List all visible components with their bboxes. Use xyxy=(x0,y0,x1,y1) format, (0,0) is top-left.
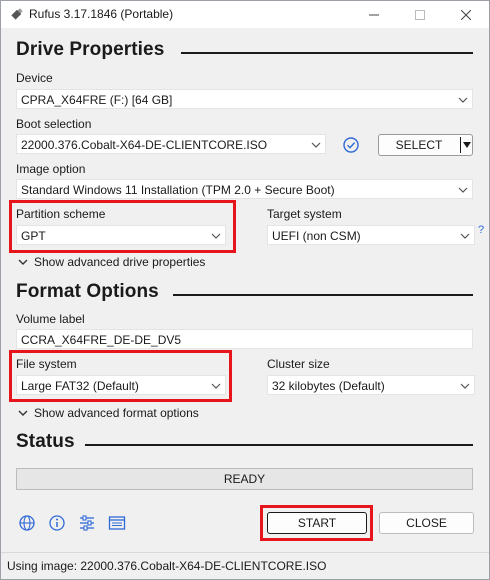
advanced-drive-toggle-label: Show advanced drive properties xyxy=(34,255,206,269)
maximize-button[interactable] xyxy=(397,1,443,28)
checksum-icon[interactable] xyxy=(342,136,360,154)
chevron-down-icon xyxy=(311,142,321,148)
partition-scheme-dropdown[interactable]: GPT xyxy=(16,225,226,245)
dropdown-arrow-icon[interactable] xyxy=(463,140,471,150)
image-option-value: Standard Windows 11 Installation (TPM 2.… xyxy=(21,183,335,197)
chevron-down-icon xyxy=(458,187,468,193)
progress-bar: READY xyxy=(16,468,473,490)
advanced-drive-toggle[interactable]: Show advanced drive properties xyxy=(18,255,205,269)
volume-label-input[interactable]: CCRA_X64FRE_DE-DE_DV5 xyxy=(16,329,473,349)
status-bar-text: Using image: 22000.376.Cobalt-X64-DE-CLI… xyxy=(7,559,327,573)
close-button[interactable]: CLOSE xyxy=(379,512,474,534)
device-label: Device xyxy=(16,71,53,85)
close-icon xyxy=(461,9,471,20)
settings-icon[interactable] xyxy=(78,514,96,532)
minimize-button[interactable] xyxy=(351,1,397,28)
file-system-dropdown[interactable]: Large FAT32 (Default) xyxy=(16,375,226,395)
file-system-label: File system xyxy=(16,357,77,371)
window-title: Rufus 3.17.1846 (Portable) xyxy=(29,7,174,21)
select-button-label: SELECT xyxy=(395,138,443,152)
help-icon[interactable]: ? xyxy=(478,224,484,236)
target-system-value: UEFI (non CSM) xyxy=(272,229,361,243)
info-icon[interactable] xyxy=(48,514,66,532)
status-heading: Status xyxy=(16,431,75,452)
volume-label-label: Volume label xyxy=(16,312,85,326)
title-bar: Rufus 3.17.1846 (Portable) xyxy=(1,1,489,28)
format-options-heading: Format Options xyxy=(16,281,159,302)
volume-label-value: CCRA_X64FRE_DE-DE_DV5 xyxy=(21,333,182,347)
progress-status-text: READY xyxy=(223,472,266,486)
partition-scheme-value: GPT xyxy=(21,229,46,243)
image-option-dropdown[interactable]: Standard Windows 11 Installation (TPM 2.… xyxy=(16,179,473,199)
boot-selection-label: Boot selection xyxy=(16,117,92,131)
main-panel: Drive Properties Device CPRA_X64FRE (F:)… xyxy=(1,29,489,551)
cluster-size-label: Cluster size xyxy=(267,357,330,371)
section-divider xyxy=(173,294,473,296)
image-option-label: Image option xyxy=(16,162,86,176)
select-button[interactable]: SELECT xyxy=(378,134,473,156)
chevron-down-icon xyxy=(460,383,470,389)
partition-scheme-label: Partition scheme xyxy=(16,207,106,221)
chevron-down-icon xyxy=(458,97,468,103)
boot-selection-value: 22000.376.Cobalt-X64-DE-CLIENTCORE.ISO xyxy=(21,138,268,152)
log-icon[interactable] xyxy=(108,514,126,532)
device-value: CPRA_X64FRE (F:) [64 GB] xyxy=(21,93,173,107)
start-button[interactable]: START xyxy=(267,512,367,534)
rufus-window: Rufus 3.17.1846 (Portable) Drive Propert… xyxy=(0,0,490,580)
advanced-format-toggle[interactable]: Show advanced format options xyxy=(18,406,199,420)
target-system-dropdown[interactable]: UEFI (non CSM) xyxy=(267,225,475,245)
minimize-icon xyxy=(369,14,379,15)
section-divider xyxy=(181,52,473,54)
status-bar: Using image: 22000.376.Cobalt-X64-DE-CLI… xyxy=(1,552,489,579)
start-button-label: START xyxy=(297,516,337,530)
chevron-down-icon xyxy=(460,233,470,239)
usb-drive-icon xyxy=(11,8,23,20)
drive-properties-heading: Drive Properties xyxy=(16,39,165,60)
file-system-value: Large FAT32 (Default) xyxy=(21,379,139,393)
split-separator xyxy=(460,137,461,153)
chevron-down-icon xyxy=(18,259,28,265)
chevron-down-icon xyxy=(211,233,221,239)
advanced-format-toggle-label: Show advanced format options xyxy=(34,406,199,420)
boot-selection-dropdown[interactable]: 22000.376.Cobalt-X64-DE-CLIENTCORE.ISO xyxy=(16,134,326,154)
chevron-down-icon xyxy=(18,410,28,416)
globe-icon[interactable] xyxy=(18,514,36,532)
close-window-button[interactable] xyxy=(443,1,489,28)
target-system-label: Target system xyxy=(267,207,342,221)
maximize-icon xyxy=(415,9,425,20)
close-button-label: CLOSE xyxy=(406,516,447,530)
cluster-size-value: 32 kilobytes (Default) xyxy=(272,379,385,393)
device-dropdown[interactable]: CPRA_X64FRE (F:) [64 GB] xyxy=(16,89,473,109)
section-divider xyxy=(85,444,473,446)
chevron-down-icon xyxy=(211,383,221,389)
cluster-size-dropdown[interactable]: 32 kilobytes (Default) xyxy=(267,375,475,395)
